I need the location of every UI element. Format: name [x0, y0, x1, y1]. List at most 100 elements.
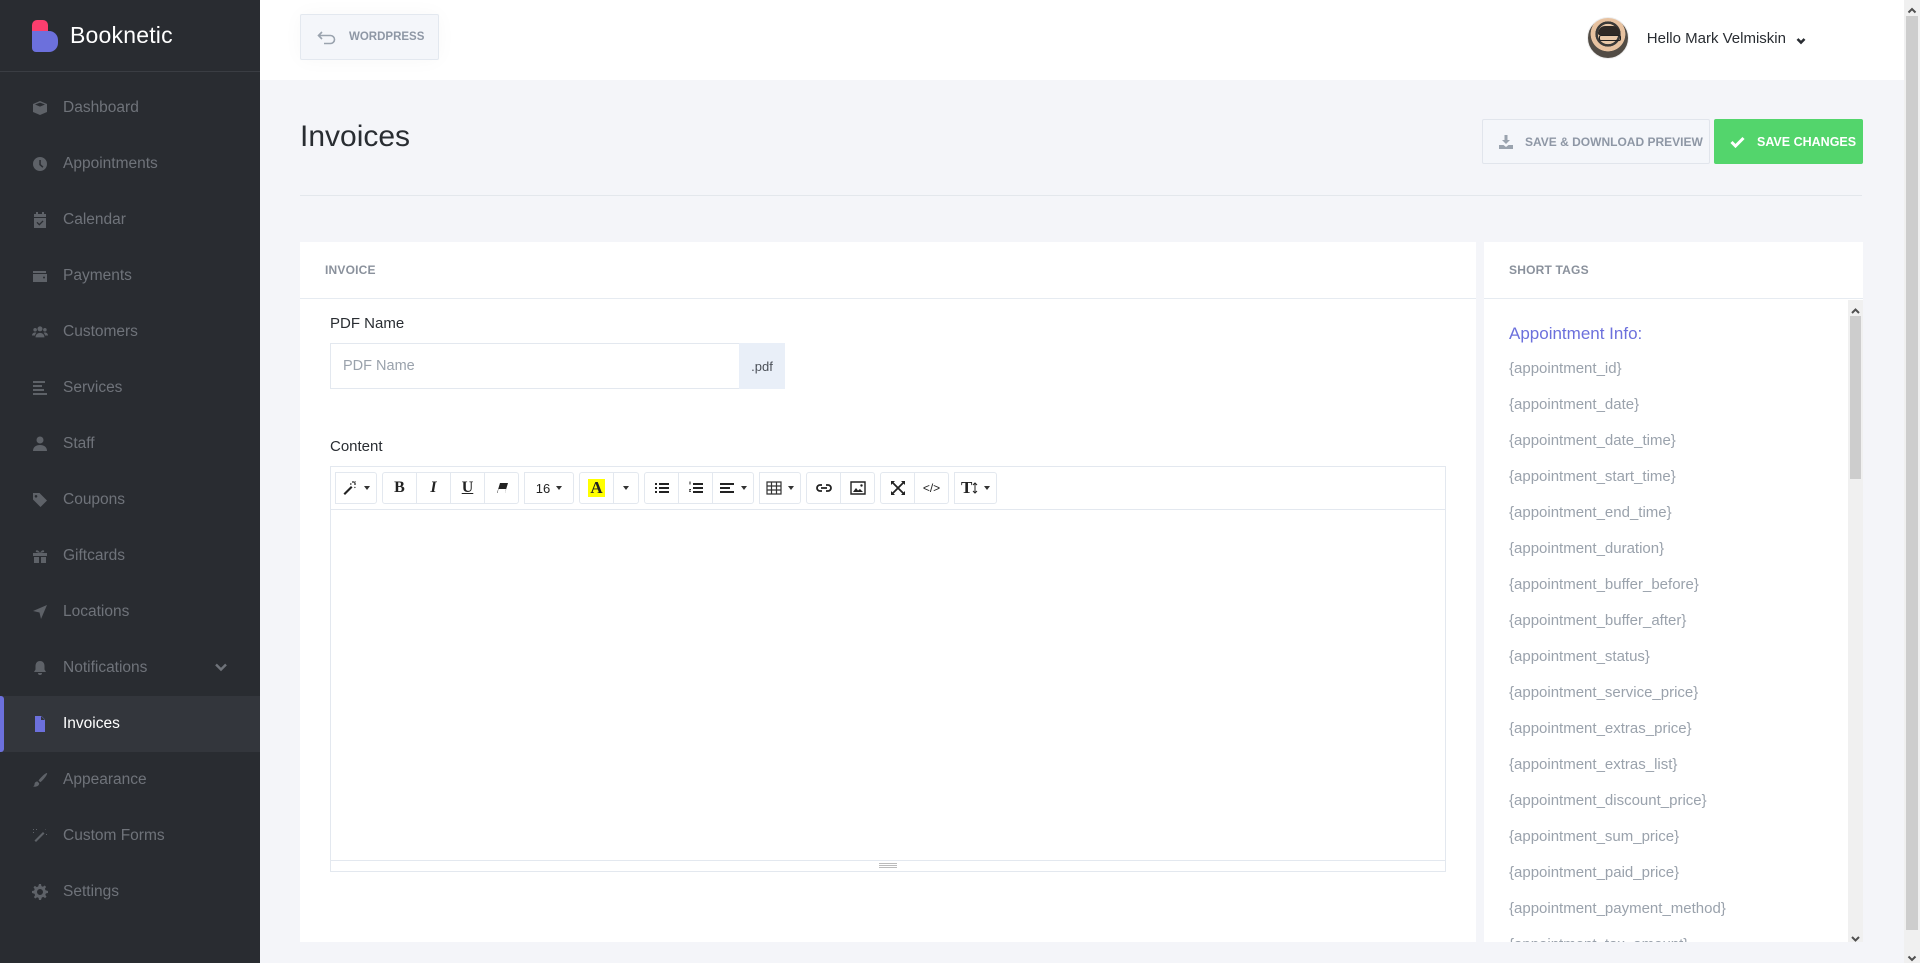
editor-resize-handle[interactable] [331, 860, 1445, 870]
bold-button[interactable]: B [382, 472, 417, 504]
location-arrow-icon [32, 604, 48, 620]
scroll-up-arrow-icon[interactable] [1907, 3, 1917, 14]
sidebar-item-label: Appointments [63, 155, 158, 172]
sidebar-item-appointments[interactable]: Appointments [0, 136, 260, 192]
sidebar-item-label: Calendar [63, 211, 126, 228]
paint-brush-icon [32, 772, 48, 788]
sidebar-item-dashboard[interactable]: Dashboard [0, 80, 260, 136]
pdf-name-input[interactable] [330, 343, 739, 389]
short-tag-item[interactable]: {appointment_buffer_after} [1509, 611, 1863, 647]
unordered-list-button[interactable] [644, 472, 679, 504]
sidebar-item-calendar[interactable]: Calendar [0, 192, 260, 248]
user-menu[interactable]: Hello Mark Velmiskin [1586, 16, 1806, 60]
save-and-download-preview-button[interactable]: SAVE & DOWNLOAD PREVIEW [1482, 119, 1710, 164]
italic-button[interactable]: I [416, 472, 451, 504]
scroll-up-arrow-icon[interactable] [1851, 303, 1860, 314]
brand[interactable]: Booknetic [0, 0, 260, 72]
eraser-icon [496, 483, 508, 493]
pdf-suffix: .pdf [739, 343, 785, 389]
sidebar-item-giftcards[interactable]: Giftcards [0, 528, 260, 584]
scrollbar-thumb[interactable] [1850, 316, 1861, 479]
chevron-down-icon[interactable] [214, 660, 228, 674]
sidebar-nav: Dashboard Appointments Calendar Payments… [0, 80, 260, 920]
scroll-down-arrow-icon[interactable] [1907, 950, 1917, 962]
short-tag-item[interactable]: {appointment_buffer_before} [1509, 575, 1863, 611]
short-tag-item[interactable]: {appointment_date} [1509, 395, 1863, 431]
paragraph-align-dropdown[interactable] [712, 472, 754, 504]
save-changes-button[interactable]: SAVE CHANGES [1714, 119, 1863, 164]
list-ul-icon [654, 483, 669, 493]
insert-link-button[interactable] [806, 472, 841, 504]
short-tag-item[interactable]: {appointment_payment_method} [1509, 899, 1863, 935]
short-tags-scroll-area[interactable]: Appointment Info: {appointment_id} {appoi… [1484, 300, 1863, 942]
style-dropdown[interactable] [335, 472, 377, 504]
editor-content-area[interactable] [331, 510, 1445, 860]
check-icon [1730, 136, 1745, 148]
table-icon [766, 481, 782, 495]
align-icon [720, 483, 734, 493]
code-view-button[interactable]: </> [914, 472, 949, 504]
insert-image-button[interactable] [840, 472, 875, 504]
tags-group-title: Appointment Info: [1509, 324, 1643, 343]
sidebar-item-staff[interactable]: Staff [0, 416, 260, 472]
font-size-dropdown[interactable]: 16 [524, 472, 574, 504]
sidebar-item-customers[interactable]: Customers [0, 304, 260, 360]
underline-button[interactable]: U [450, 472, 485, 504]
short-tag-item[interactable]: {appointment_start_time} [1509, 467, 1863, 503]
sidebar-item-label: Custom Forms [63, 827, 165, 844]
calendar-check-icon [32, 212, 48, 228]
list-ol-icon [688, 481, 703, 493]
short-tag-item[interactable]: {appointment_paid_price} [1509, 863, 1863, 899]
sidebar-item-appearance[interactable]: Appearance [0, 752, 260, 808]
title-divider [300, 195, 1862, 196]
sidebar-item-label: Notifications [63, 659, 148, 676]
sidebar-item-label: Customers [63, 323, 138, 340]
ordered-list-button[interactable] [678, 472, 713, 504]
page-scrollbar[interactable] [1904, 0, 1920, 963]
short-tags-scrollbar[interactable] [1848, 300, 1863, 942]
short-tag-item[interactable]: {appointment_duration} [1509, 539, 1863, 575]
image-icon [849, 481, 866, 495]
short-tag-item[interactable]: {appointment_extras_list} [1509, 755, 1863, 791]
sidebar-item-settings[interactable]: Settings [0, 864, 260, 920]
highlight-color-button[interactable]: A [579, 472, 614, 504]
color-dropdown[interactable] [613, 472, 639, 504]
rich-text-editor: B I U 16 A </> T [330, 466, 1446, 872]
users-icon [32, 324, 48, 340]
page-title: Invoices [300, 120, 411, 153]
pdf-name-label: PDF Name [330, 315, 405, 332]
short-tag-item[interactable]: {appointment_discount_price} [1509, 791, 1863, 827]
line-height-dropdown[interactable]: T [954, 472, 998, 504]
short-tag-item[interactable]: {appointment_extras_price} [1509, 719, 1863, 755]
save-button-label: SAVE CHANGES [1757, 134, 1857, 149]
short-tag-item[interactable]: {appointment_end_time} [1509, 503, 1863, 539]
short-tag-item[interactable]: {appointment_id} [1509, 359, 1863, 395]
sidebar-item-custom-forms[interactable]: Custom Forms [0, 808, 260, 864]
sidebar-item-label: Appearance [63, 771, 147, 788]
sidebar-item-locations[interactable]: Locations [0, 584, 260, 640]
code-icon: </> [922, 481, 941, 495]
align-left-icon [32, 380, 48, 396]
short-tag-item[interactable]: {appointment_tax_amount} [1509, 935, 1863, 942]
sidebar-item-services[interactable]: Services [0, 360, 260, 416]
table-dropdown[interactable] [759, 472, 801, 504]
scroll-down-arrow-icon[interactable] [1851, 930, 1860, 942]
invoice-card: INVOICE PDF Name .pdf Content B I U [300, 242, 1476, 942]
short-tag-item[interactable]: {appointment_date_time} [1509, 431, 1863, 467]
undo-arrow-icon [317, 31, 336, 45]
scrollbar-thumb[interactable] [1906, 16, 1918, 930]
fullscreen-button[interactable] [880, 472, 915, 504]
short-tag-item[interactable]: {appointment_status} [1509, 647, 1863, 683]
gear-icon [32, 884, 48, 900]
expand-icon [890, 481, 905, 495]
sidebar-item-notifications[interactable]: Notifications [0, 640, 260, 696]
short-tag-item[interactable]: {appointment_sum_price} [1509, 827, 1863, 863]
clear-format-button[interactable] [484, 472, 519, 504]
booknetic-logo-icon [32, 19, 58, 52]
short-tag-item[interactable]: {appointment_service_price} [1509, 683, 1863, 719]
sidebar-item-coupons[interactable]: Coupons [0, 472, 260, 528]
tag-icon [32, 492, 48, 508]
sidebar-item-payments[interactable]: Payments [0, 248, 260, 304]
back-to-wordpress-button[interactable]: WORDPRESS [300, 14, 439, 60]
sidebar-item-invoices[interactable]: Invoices [0, 696, 260, 752]
